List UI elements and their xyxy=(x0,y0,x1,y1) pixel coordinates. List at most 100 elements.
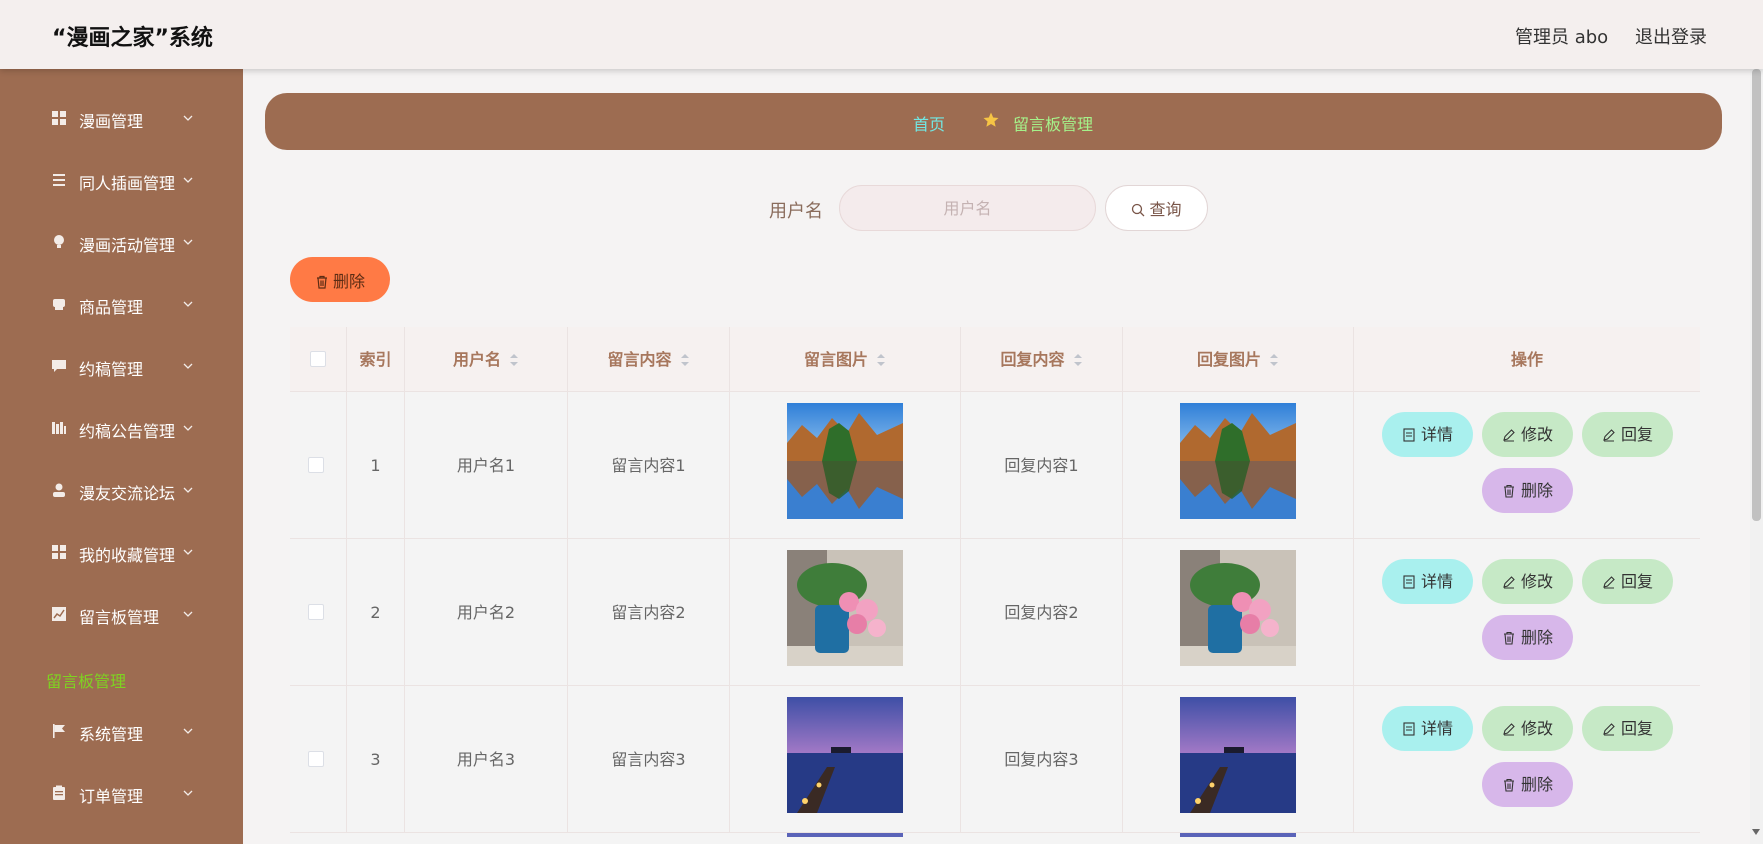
sidebar-item-comic-events[interactable]: 漫画活动管理 xyxy=(0,213,243,275)
column-header-image[interactable]: 留言图片 xyxy=(730,327,961,392)
message-image-lake[interactable] xyxy=(787,403,903,519)
table-header: 索引 用户名 留言内容 留言图片 回复内容 回复图片 操作 xyxy=(290,327,1700,392)
chevron-down-icon xyxy=(183,301,193,307)
cell-username: 用户名3 xyxy=(405,686,568,833)
detail-button[interactable]: 详情 xyxy=(1382,559,1473,604)
scrollbar-thumb[interactable] xyxy=(1752,69,1761,521)
reply-button[interactable]: 回复 xyxy=(1582,706,1673,751)
message-image-pier[interactable] xyxy=(787,697,903,813)
edit-button[interactable]: 修改 xyxy=(1482,559,1573,604)
sidebar-item-fan-art[interactable]: 同人插画管理 xyxy=(0,151,243,213)
sidebar-item-system[interactable]: 系统管理 xyxy=(0,702,243,764)
column-header-content[interactable]: 留言内容 xyxy=(568,327,730,392)
chevron-down-icon xyxy=(183,177,193,183)
breadcrumb-current: 留言板管理 xyxy=(1013,115,1094,134)
sidebar-item-commission-notices[interactable]: 约稿公告管理 xyxy=(0,399,243,461)
sidebar-item-message-board[interactable]: 留言板管理 xyxy=(0,585,243,647)
cell-reply: 回复内容3 xyxy=(961,686,1123,833)
pencil-icon xyxy=(1603,723,1615,736)
table-row: 1 用户名1 留言内容1 回复内容1 详情 修改 回复 删除 xyxy=(290,392,1700,539)
trash-icon xyxy=(1503,778,1514,792)
sort-icon xyxy=(877,354,885,366)
edit-button[interactable]: 修改 xyxy=(1482,412,1573,457)
cell-username: 用户名2 xyxy=(405,539,568,686)
sidebar-item-label: 系统管理 xyxy=(79,725,144,744)
cell-reply: 回复内容1 xyxy=(961,392,1123,539)
cell-reply: 回复内容2 xyxy=(961,539,1123,686)
reply-image-lake[interactable] xyxy=(1180,403,1296,519)
detail-button[interactable]: 详情 xyxy=(1382,412,1473,457)
cell-actions: 详情 修改 回复 删除 xyxy=(1354,686,1700,833)
current-user: 管理员 abo xyxy=(1515,27,1609,48)
chevron-down-icon xyxy=(183,425,193,431)
top-header: “漫画之家”系统 管理员 abo 退出登录 xyxy=(0,0,1763,69)
sidebar-item-orders[interactable]: 订单管理 xyxy=(0,764,243,826)
sidebar-item-comics[interactable]: 漫画管理 xyxy=(0,89,243,151)
sort-icon xyxy=(680,354,689,366)
chevron-down-icon xyxy=(183,549,193,555)
chevron-down-icon xyxy=(183,363,193,369)
chevron-down-icon xyxy=(183,115,193,121)
flag-icon xyxy=(53,724,65,738)
sidebar-item-commissions[interactable]: 约稿管理 xyxy=(0,337,243,399)
search-label: 用户名 xyxy=(769,201,823,222)
edit-button[interactable]: 修改 xyxy=(1482,706,1573,751)
reply-button[interactable]: 回复 xyxy=(1582,559,1673,604)
row-delete-button[interactable]: 删除 xyxy=(1482,615,1573,660)
row-checkbox[interactable] xyxy=(308,604,324,620)
sort-icon xyxy=(1270,354,1278,366)
table-row: 3 用户名3 留言内容3 回复内容3 详情 修改 回复 删除 xyxy=(290,686,1700,833)
bulk-delete-button[interactable]: 删除 xyxy=(290,257,390,302)
sidebar-item-forum[interactable]: 漫友交流论坛 xyxy=(0,461,243,523)
pencil-icon xyxy=(1503,723,1515,736)
vertical-scrollbar[interactable] xyxy=(1750,69,1763,844)
row-checkbox[interactable] xyxy=(308,457,324,473)
sidebar-item-label: 商品管理 xyxy=(79,298,144,317)
table-row: 2 用户名2 留言内容2 回复内容2 详情 修改 回复 删除 xyxy=(290,539,1700,686)
column-header-reply-image[interactable]: 回复图片 xyxy=(1123,327,1354,392)
column-header-username[interactable]: 用户名 xyxy=(405,327,568,392)
chevron-down-icon xyxy=(183,611,193,617)
cell-content: 留言内容3 xyxy=(568,686,730,833)
user-icon xyxy=(53,483,65,497)
sidebar-item-label: 漫画管理 xyxy=(79,112,144,131)
box-icon xyxy=(53,299,65,310)
trash-icon xyxy=(316,275,327,289)
reply-image-roses[interactable] xyxy=(1180,550,1296,666)
sidebar-subitem-message-board[interactable]: 留言板管理 xyxy=(46,668,126,692)
scroll-down-arrow-icon[interactable] xyxy=(1752,829,1760,835)
chevron-down-icon xyxy=(183,487,193,493)
chevron-down-icon xyxy=(183,239,193,245)
select-all-cell xyxy=(290,327,347,392)
column-header-reply[interactable]: 回复内容 xyxy=(961,327,1123,392)
sidebar-item-favorites[interactable]: 我的收藏管理 xyxy=(0,523,243,585)
document-icon xyxy=(1403,722,1415,736)
trash-icon xyxy=(1503,631,1514,645)
search-button[interactable]: 查询 xyxy=(1105,185,1208,231)
detail-button[interactable]: 详情 xyxy=(1382,706,1473,751)
list-icon xyxy=(53,174,65,186)
message-image-roses[interactable] xyxy=(787,550,903,666)
row-delete-button[interactable]: 删除 xyxy=(1482,468,1573,513)
sidebar-item-products[interactable]: 商品管理 xyxy=(0,275,243,337)
sort-icon xyxy=(510,354,518,366)
cell-actions: 详情 修改 回复 删除 xyxy=(1354,392,1700,539)
username-search-input[interactable] xyxy=(839,185,1096,231)
document-icon xyxy=(1403,575,1415,589)
sidebar-item-label: 同人插画管理 xyxy=(79,174,176,193)
pencil-icon xyxy=(1603,429,1615,442)
document-icon xyxy=(1403,428,1415,442)
pencil-icon xyxy=(1503,576,1515,589)
select-all-checkbox[interactable] xyxy=(310,351,326,367)
reply-image-pier[interactable] xyxy=(1180,697,1296,813)
row-checkbox[interactable] xyxy=(308,751,324,767)
chat-icon xyxy=(52,360,66,372)
reply-button[interactable]: 回复 xyxy=(1582,412,1673,457)
sort-icon xyxy=(1073,354,1082,366)
column-header-index: 索引 xyxy=(347,327,405,392)
bulk-delete-label: 删除 xyxy=(332,271,365,291)
row-delete-button[interactable]: 删除 xyxy=(1482,762,1573,807)
logout-link[interactable]: 退出登录 xyxy=(1635,23,1707,49)
cell-content: 留言内容2 xyxy=(568,539,730,686)
breadcrumb-home[interactable]: 首页 xyxy=(913,111,945,135)
